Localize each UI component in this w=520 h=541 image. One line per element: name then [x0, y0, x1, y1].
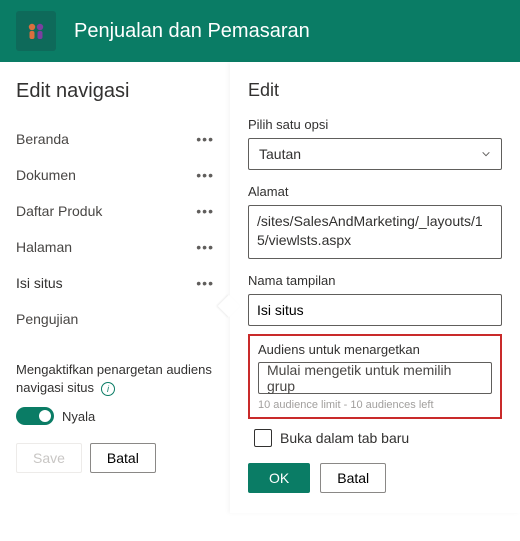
info-icon[interactable]: i	[101, 382, 115, 396]
audience-placeholder: Mulai mengetik untuk memilih grup	[267, 362, 483, 394]
edit-nav-title: Edit navigasi	[16, 80, 218, 103]
nav-item-label: Daftar Produk	[16, 203, 102, 219]
option-value: Tautan	[259, 146, 301, 162]
nav-item-label: Isi situs	[16, 275, 63, 291]
site-header: Penjualan dan Pemasaran	[0, 0, 520, 62]
audience-highlight: Audiens untuk menargetkan Mulai mengetik…	[248, 334, 502, 419]
audience-toggle[interactable]	[16, 407, 54, 425]
open-new-tab-row: Buka dalam tab baru	[254, 429, 502, 447]
display-name-input[interactable]	[248, 294, 502, 326]
nav-item-daftar-produk[interactable]: Daftar Produk •••	[16, 193, 218, 229]
cancel-button-right[interactable]: Batal	[320, 463, 386, 493]
site-title: Penjualan dan Pemasaran	[74, 20, 310, 43]
nav-item-dokumen[interactable]: Dokumen •••	[16, 157, 218, 193]
display-name-label: Nama tampilan	[248, 273, 502, 288]
open-new-tab-label: Buka dalam tab baru	[280, 430, 409, 446]
audience-hint: 10 audience limit - 10 audiences left	[258, 399, 492, 411]
nav-item-pengujian[interactable]: Pengujian	[16, 301, 218, 337]
nav-item-label: Pengujian	[16, 311, 78, 327]
edit-title: Edit	[248, 80, 502, 101]
option-label: Pilih satu opsi	[248, 117, 502, 132]
left-panel: Edit navigasi Beranda ••• Dokumen ••• Da…	[0, 62, 230, 513]
nav-item-label: Halaman	[16, 239, 72, 255]
address-label: Alamat	[248, 184, 502, 199]
site-logo	[16, 11, 56, 51]
cancel-button[interactable]: Batal	[90, 443, 156, 473]
ok-button[interactable]: OK	[248, 463, 310, 493]
toggle-on-label: Nyala	[62, 409, 95, 424]
nav-item-beranda[interactable]: Beranda •••	[16, 121, 218, 157]
audience-label: Audiens untuk menargetkan	[258, 342, 492, 357]
content: Edit navigasi Beranda ••• Dokumen ••• Da…	[0, 62, 520, 513]
audience-toggle-section: Mengaktifkan penargetan audiens navigasi…	[16, 361, 218, 425]
nav-item-halaman[interactable]: Halaman •••	[16, 229, 218, 265]
open-new-tab-checkbox[interactable]	[254, 429, 272, 447]
audience-input[interactable]: Mulai mengetik untuk memilih grup	[258, 362, 492, 394]
nav-item-label: Beranda	[16, 131, 69, 147]
nav-item-isi-situs[interactable]: Isi situs •••	[16, 265, 218, 301]
address-input[interactable]: /sites/SalesAndMarketing/_layouts/15/vie…	[248, 205, 502, 259]
address-value: /sites/SalesAndMarketing/_layouts/15/vie…	[257, 213, 483, 248]
edit-panel: Edit Pilih satu opsi Tautan Alamat /site…	[230, 62, 520, 513]
nav-item-label: Dokumen	[16, 167, 76, 183]
save-button: Save	[16, 443, 82, 473]
chevron-down-icon	[481, 149, 491, 159]
display-name-field[interactable]	[257, 302, 493, 318]
option-select[interactable]: Tautan	[248, 138, 502, 170]
